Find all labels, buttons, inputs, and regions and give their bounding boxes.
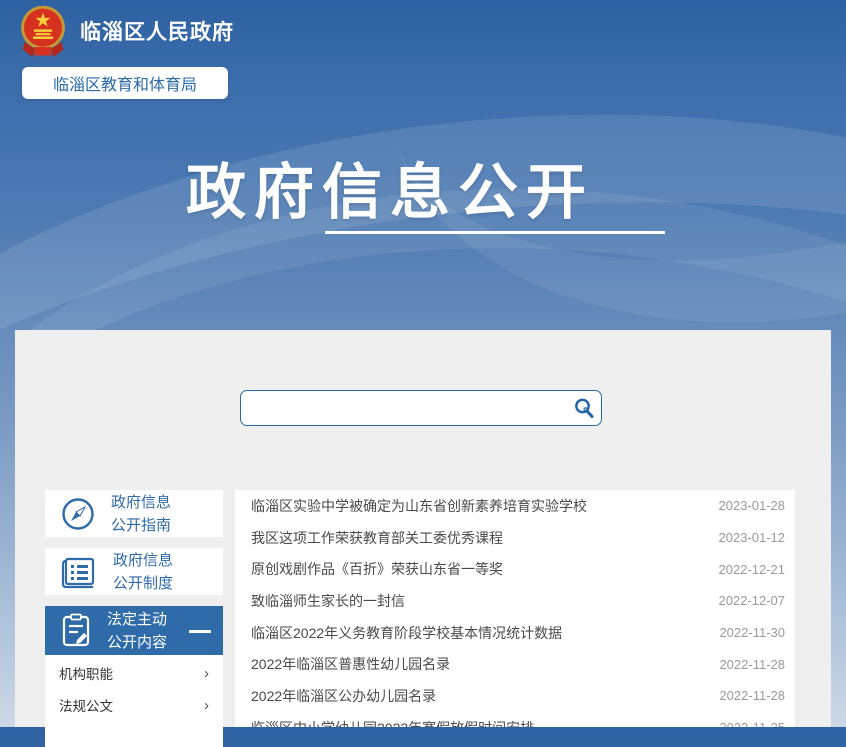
clipboard-pen-icon [60,613,92,649]
sidebar-item-label: 法定主动 公开内容 [107,608,167,654]
news-row[interactable]: 我区这项工作荣获教育部关工委优秀课程 2023-01-12 [235,522,795,554]
news-row[interactable]: 2022年临淄区公办幼儿园名录 2022-11-28 [235,680,795,712]
news-date: 2022-11-25 [719,720,785,727]
sidebar-item-legal-disclosure[interactable]: 法定主动 公开内容 [45,606,223,655]
department-button[interactable]: 临淄区教育和体育局 [22,67,228,99]
news-date: 2022-12-07 [719,593,786,608]
search-icon [572,396,596,420]
title-underline [325,231,665,234]
sidebar-item-label: 政府信息 公开指南 [111,491,171,537]
chevron-right-icon: › [204,666,209,681]
sidebar-item-label: 政府信息 公开制度 [113,549,173,595]
hero-banner: 临淄区人民政府 临淄区教育和体育局 政府信息公开 [0,0,846,330]
news-date: 2023-01-12 [719,530,786,545]
news-date: 2023-01-28 [719,498,786,513]
news-date: 2022-12-21 [719,562,786,577]
site-name: 临淄区人民政府 [80,16,234,46]
search-button[interactable] [567,391,601,425]
news-row[interactable]: 2022年临淄区普惠性幼儿园名录 2022-11-28 [235,648,795,680]
news-list-inner: 临淄区实验中学被确定为山东省创新素养培育实验学校 2023-01-28 我区这项… [235,490,795,727]
page-title: 政府信息公开 [0,144,780,231]
sidebar-subitem-org-functions[interactable]: 机构职能 › [45,657,223,689]
search-input[interactable] [241,391,567,425]
news-row[interactable]: 原创戏剧作品《百折》荣获山东省一等奖 2022-12-21 [235,553,795,585]
rulebook-icon [60,555,98,589]
compass-icon [60,496,96,532]
news-row[interactable]: 临淄区实验中学被确定为山东省创新素养培育实验学校 2023-01-28 [235,490,795,522]
sidebar-subitem-regulations[interactable]: 法规公文 › [45,689,223,721]
news-row[interactable]: 临淄区2022年义务教育阶段学校基本情况统计数据 2022-11-30 [235,617,795,649]
news-row[interactable]: 致临淄师生家长的一封信 2022-12-07 [235,585,795,617]
news-row[interactable]: 临淄区中小学幼儿园2023年寒假放假时间安排 2022-11-25 [235,712,795,727]
sidebar-item-rules[interactable]: 政府信息 公开制度 [45,548,223,595]
news-list: 临淄区实验中学被确定为山东省创新素养培育实验学校 2023-01-28 我区这项… [235,490,795,727]
search-bar [240,390,602,426]
news-date: 2022-11-30 [719,625,785,640]
news-date: 2022-11-28 [719,657,785,672]
sidebar-sub-menu: 机构职能 › 法规公文 › [45,655,223,747]
site-header: 临淄区人民政府 [16,3,234,59]
sidebar-nav: 政府信息 公开指南 政府信息 公开制度 法定主动 [45,490,223,747]
chevron-right-icon: › [204,698,209,713]
news-date: 2022-11-28 [719,688,785,703]
collapse-minus-icon[interactable] [189,630,211,633]
sidebar-item-guide[interactable]: 政府信息 公开指南 [45,490,223,537]
national-emblem-icon [16,3,70,59]
